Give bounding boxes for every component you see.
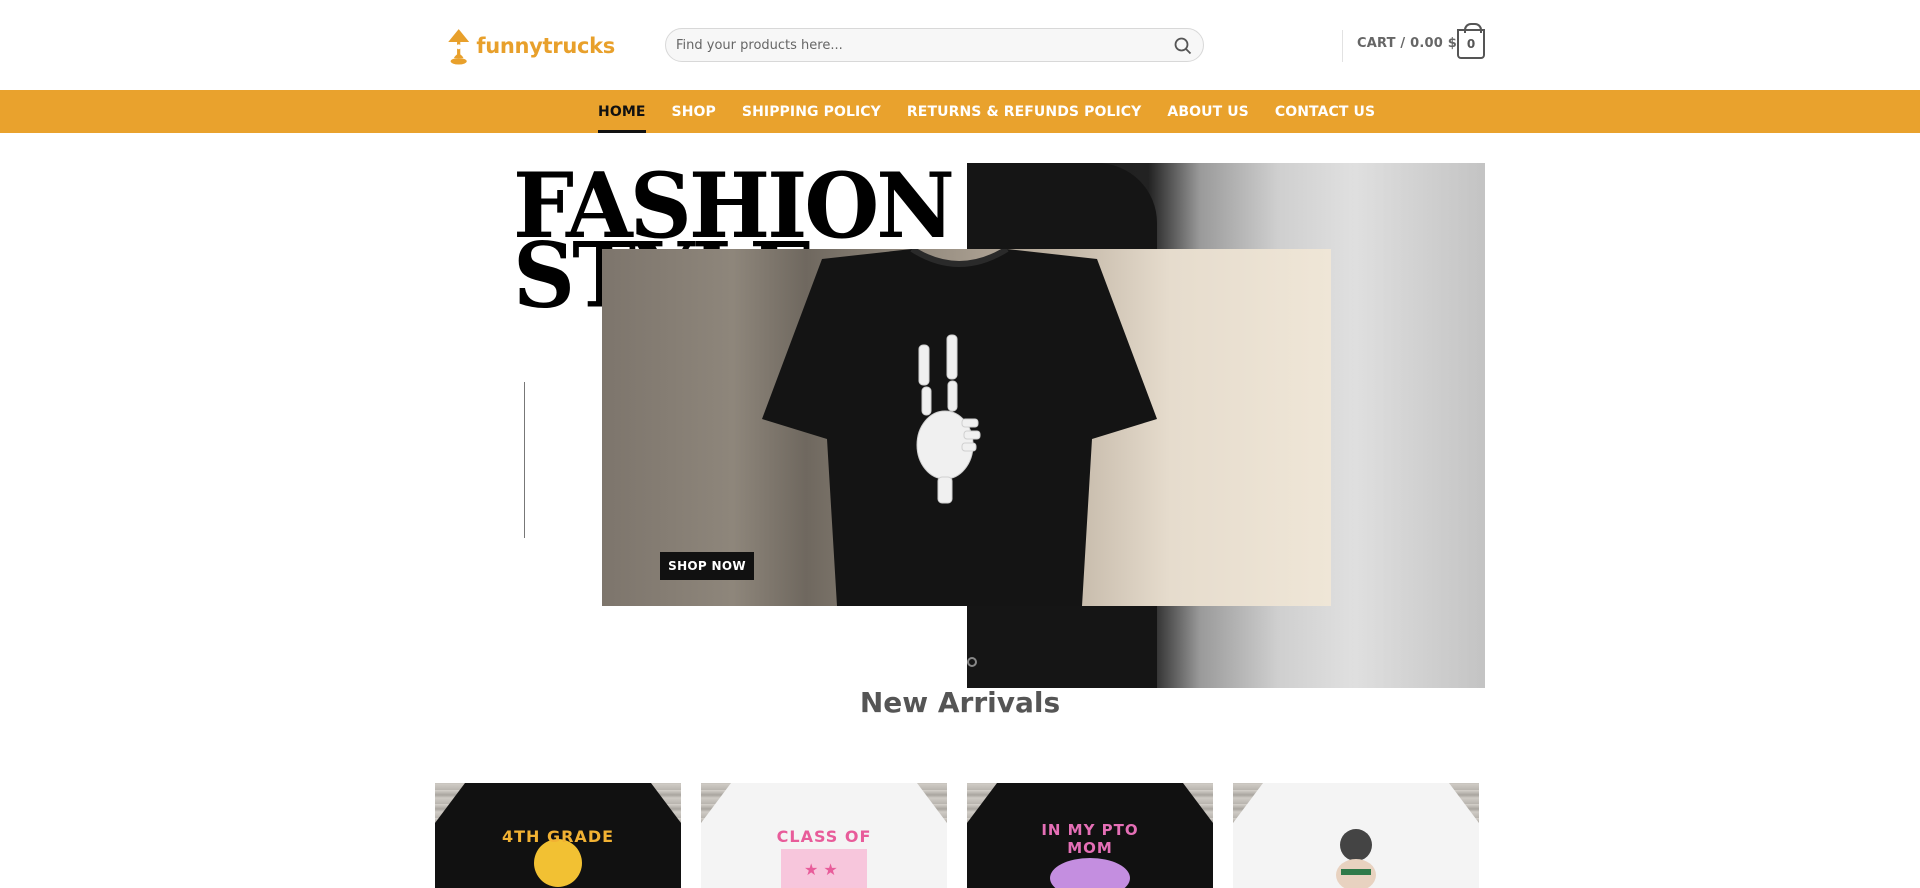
- product-card[interactable]: 4TH GRADE: [435, 783, 681, 888]
- search-button[interactable]: [1171, 34, 1195, 58]
- product-grid: 4TH GRADE ★ ★ CLASS OF IN MY PTO MOM: [435, 783, 1480, 888]
- search-bar: [665, 28, 1204, 62]
- search-icon: [1174, 37, 1192, 55]
- site-header: funnytrucks CART / 0.00 $ 0: [0, 0, 1920, 89]
- product-card[interactable]: IN MY PTO MOM: [967, 783, 1213, 888]
- new-arrivals-title: New Arrivals: [859, 686, 1061, 719]
- cart-link[interactable]: CART / 0.00 $: [1357, 36, 1457, 51]
- cart-count-badge[interactable]: 0: [1457, 23, 1485, 59]
- logo-lamp-icon: [448, 29, 470, 65]
- nav-item-home[interactable]: HOME: [598, 90, 646, 133]
- logo-text: funnytrucks: [476, 34, 615, 58]
- product-card[interactable]: ★ ★ CLASS OF: [701, 783, 947, 888]
- hero-main-image: SHOP NOW: [602, 249, 1331, 606]
- product-graphic-text: CLASS OF: [776, 827, 872, 846]
- nav-item-returns-refunds-policy[interactable]: RETURNS & REFUNDS POLICY: [907, 90, 1141, 133]
- site-logo[interactable]: funnytrucks: [445, 20, 615, 72]
- nav-item-contact-us[interactable]: CONTACT US: [1275, 90, 1375, 133]
- main-nav: HOME SHOP SHIPPING POLICY RETURNS & REFU…: [0, 90, 1920, 133]
- slider-dot[interactable]: [967, 657, 977, 667]
- product-card[interactable]: [1233, 783, 1479, 888]
- nav-item-shipping-policy[interactable]: SHIPPING POLICY: [742, 90, 881, 133]
- skeleton-peace-tshirt-image: [762, 249, 1157, 606]
- nav-item-about-us[interactable]: ABOUT US: [1167, 90, 1248, 133]
- nav-item-shop[interactable]: SHOP: [672, 90, 716, 133]
- product-graphic-text: IN MY PTO MOM: [1041, 821, 1139, 857]
- hero-background-shade: [1347, 163, 1485, 688]
- search-input[interactable]: [676, 29, 1146, 61]
- svg-text:★ ★: ★ ★: [804, 860, 838, 879]
- hero-vertical-line: [524, 382, 525, 538]
- shop-now-button[interactable]: SHOP NOW: [660, 552, 754, 580]
- product-image: [1233, 783, 1479, 888]
- header-divider: [1342, 30, 1343, 62]
- product-graphic-text: 4TH GRADE: [501, 827, 615, 846]
